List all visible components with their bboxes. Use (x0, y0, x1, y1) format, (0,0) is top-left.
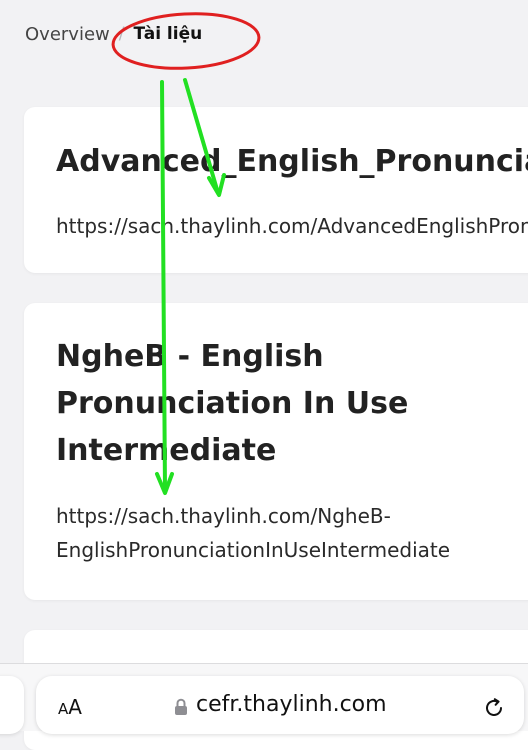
breadcrumb-overview-link[interactable]: Overview (25, 24, 110, 45)
document-title[interactable]: NgheB - English Pronunciation In Use Int… (56, 333, 436, 474)
lock-icon (174, 698, 188, 716)
breadcrumb-current-page: Tài liệu (133, 24, 203, 44)
browser-bottom-bar: AA cefr.thaylinh.com (0, 663, 528, 734)
document-card[interactable]: NgheB - English Pronunciation In Use Int… (24, 303, 528, 600)
address-url[interactable]: cefr.thaylinh.com (196, 692, 387, 717)
previous-tab-edge[interactable] (0, 676, 24, 734)
document-title[interactable]: Advanced_English_Pronunciation (56, 138, 528, 185)
breadcrumb: Overview / Tài liệu (25, 20, 202, 48)
document-url[interactable]: https://sach.thaylinh.com/NgheB-EnglishP… (56, 499, 526, 567)
text-size-button[interactable]: AA (58, 695, 82, 719)
breadcrumb-separator: / (118, 24, 125, 44)
text-size-large-glyph: A (68, 695, 82, 719)
document-url[interactable]: https://sach.thaylinh.com/AdvancedEnglis… (56, 209, 528, 243)
text-size-small-glyph: A (58, 700, 69, 718)
reload-icon[interactable] (482, 696, 506, 720)
address-bar[interactable]: AA cefr.thaylinh.com (36, 676, 524, 734)
document-card[interactable]: Advanced_English_Pronunciation https://s… (24, 107, 528, 273)
